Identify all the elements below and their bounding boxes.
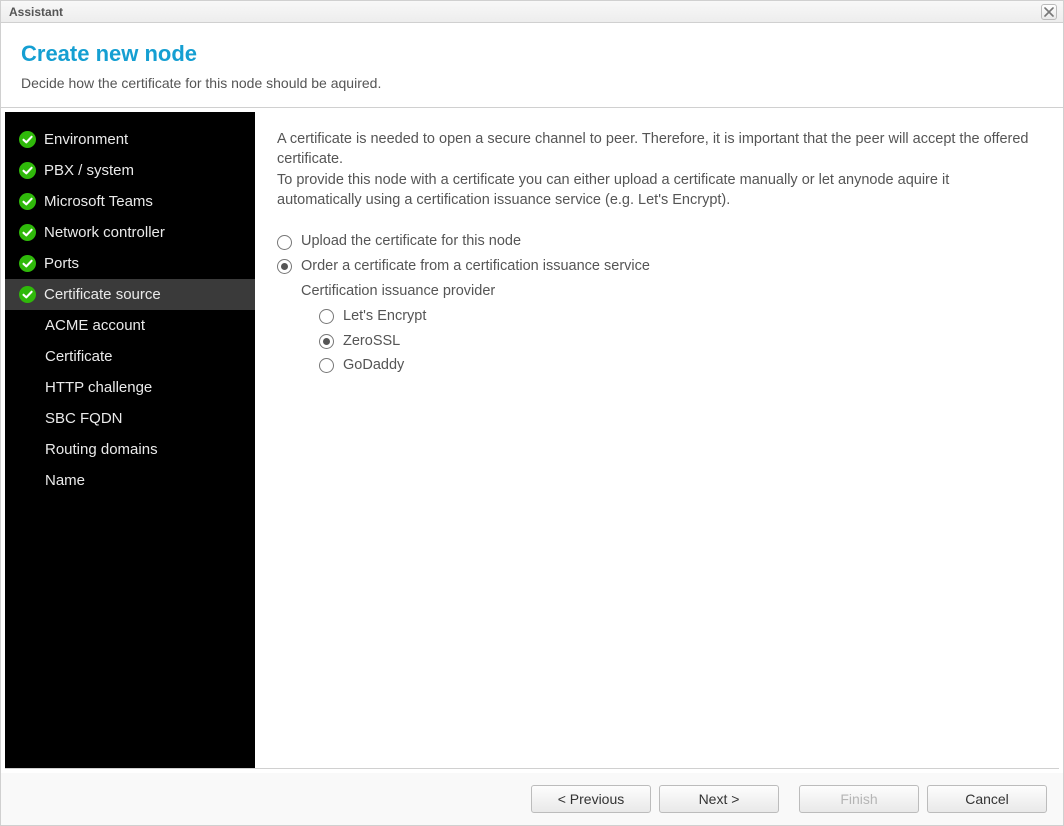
intro-line-2: To provide this node with a certificate … — [277, 171, 1037, 210]
page-subtitle: Decide how the certificate for this node… — [21, 75, 1043, 91]
provider-option-0-label: Let's Encrypt — [343, 307, 426, 327]
radio-icon — [319, 334, 334, 349]
intro-line-1: A certificate is needed to open a secure… — [277, 130, 1037, 169]
provider-option-2[interactable]: GoDaddy — [319, 356, 1037, 376]
certificate-source-group: Upload the certificate for this node Orde… — [277, 232, 1037, 375]
assistant-window: Assistant Create new node Decide how the… — [0, 0, 1064, 826]
sidebar-step-label: Microsoft Teams — [44, 193, 153, 210]
sidebar-step-11[interactable]: Name — [5, 465, 255, 496]
sidebar-step-label: ACME account — [45, 317, 145, 334]
sidebar-step-label: Ports — [44, 255, 79, 272]
source-option-0[interactable]: Upload the certificate for this node — [277, 232, 1037, 252]
provider-option-0[interactable]: Let's Encrypt — [319, 307, 1037, 327]
radio-icon — [319, 309, 334, 324]
sidebar-step-label: Certificate source — [44, 286, 161, 303]
sidebar-step-10[interactable]: Routing domains — [5, 434, 255, 465]
nav-button-group: < Previous Next > — [531, 785, 779, 813]
sidebar-step-label: Certificate — [45, 348, 113, 365]
source-option-0-label: Upload the certificate for this node — [301, 232, 521, 252]
sidebar-step-1[interactable]: PBX / system — [5, 155, 255, 186]
wizard-sidebar: Environment PBX / system Microsoft Teams Ne… — [5, 112, 255, 768]
next-button[interactable]: Next > — [659, 785, 779, 813]
provider-section-label: Certification issuance provider — [301, 282, 1037, 302]
sidebar-step-label: Network controller — [44, 224, 165, 241]
sidebar-step-label: Name — [45, 472, 85, 489]
sidebar-step-6[interactable]: ACME account — [5, 310, 255, 341]
sidebar-step-0[interactable]: Environment — [5, 124, 255, 155]
sidebar-step-label: HTTP challenge — [45, 379, 152, 396]
check-icon — [19, 224, 36, 241]
source-option-1[interactable]: Order a certificate from a certification… — [277, 257, 1037, 277]
sidebar-step-label: Environment — [44, 131, 128, 148]
check-icon — [19, 162, 36, 179]
wizard-body: Environment PBX / system Microsoft Teams Ne… — [5, 112, 1059, 769]
window-title: Assistant — [9, 5, 63, 19]
close-icon — [1044, 4, 1054, 20]
check-icon — [19, 131, 36, 148]
sidebar-step-label: SBC FQDN — [45, 410, 123, 427]
radio-icon — [277, 259, 292, 274]
check-icon — [19, 286, 36, 303]
check-icon — [19, 255, 36, 272]
sidebar-step-5[interactable]: Certificate source — [5, 279, 255, 310]
source-option-1-label: Order a certificate from a certification… — [301, 257, 650, 277]
sidebar-step-8[interactable]: HTTP challenge — [5, 372, 255, 403]
provider-option-1[interactable]: ZeroSSL — [319, 332, 1037, 352]
sidebar-step-label: PBX / system — [44, 162, 134, 179]
sidebar-step-7[interactable]: Certificate — [5, 341, 255, 372]
sidebar-step-3[interactable]: Network controller — [5, 217, 255, 248]
provider-option-1-label: ZeroSSL — [343, 332, 400, 352]
wizard-footer: < Previous Next > Finish Cancel — [1, 773, 1063, 825]
close-button[interactable] — [1041, 4, 1057, 20]
radio-icon — [277, 235, 292, 250]
titlebar: Assistant — [1, 1, 1063, 23]
previous-button[interactable]: < Previous — [531, 785, 651, 813]
cancel-button[interactable]: Cancel — [927, 785, 1047, 813]
radio-icon — [319, 358, 334, 373]
wizard-content: A certificate is needed to open a secure… — [255, 112, 1059, 768]
wizard-header: Create new node Decide how the certifica… — [1, 23, 1063, 108]
finish-button[interactable]: Finish — [799, 785, 919, 813]
sidebar-step-4[interactable]: Ports — [5, 248, 255, 279]
intro-text: A certificate is needed to open a secure… — [277, 130, 1037, 210]
provider-option-2-label: GoDaddy — [343, 356, 404, 376]
sidebar-step-9[interactable]: SBC FQDN — [5, 403, 255, 434]
action-button-group: Finish Cancel — [799, 785, 1047, 813]
sidebar-step-label: Routing domains — [45, 441, 158, 458]
page-title: Create new node — [21, 41, 1043, 67]
check-icon — [19, 193, 36, 210]
sidebar-step-2[interactable]: Microsoft Teams — [5, 186, 255, 217]
